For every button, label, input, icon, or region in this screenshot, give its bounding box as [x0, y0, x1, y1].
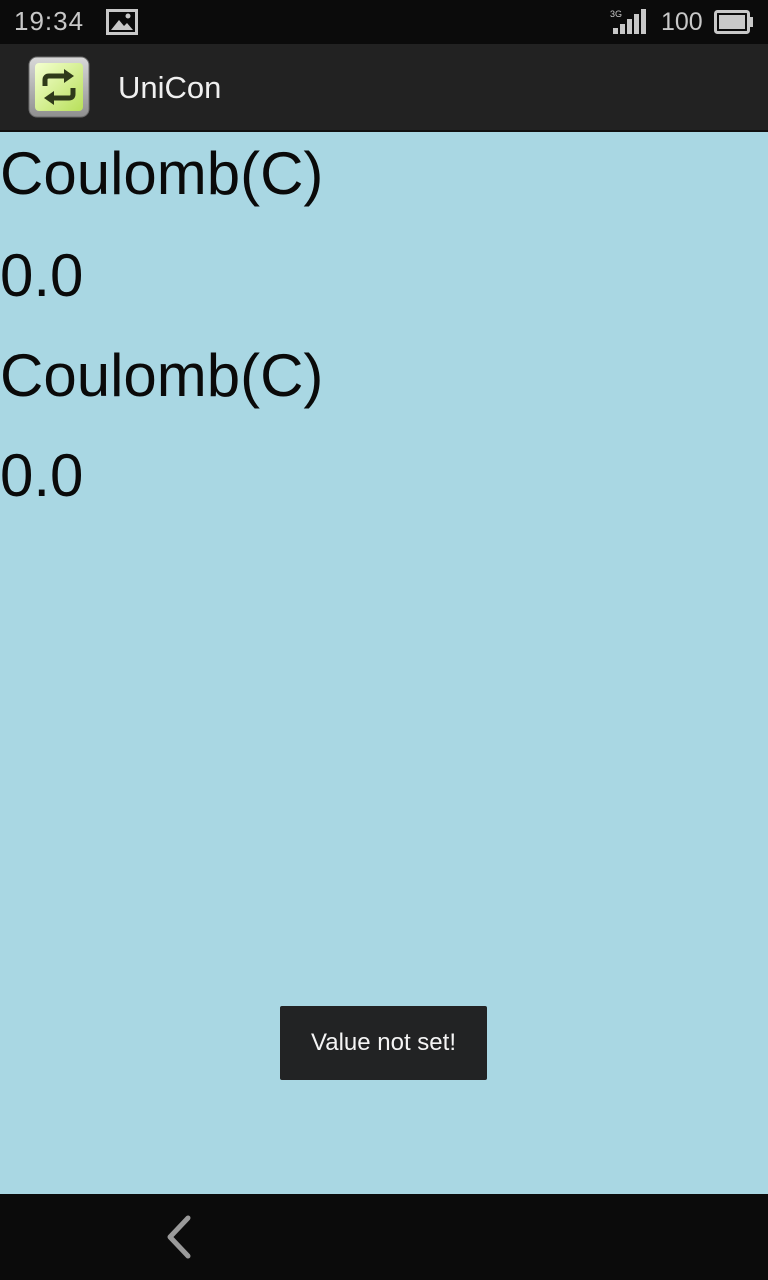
battery-level: 100 — [661, 8, 703, 36]
app-title: UniCon — [118, 70, 222, 105]
toast-text: Value not set! — [311, 1029, 456, 1056]
from-value-field[interactable]: 0.0 — [0, 246, 83, 306]
to-unit-label[interactable]: Coulomb(C) — [0, 346, 323, 406]
gallery-icon — [106, 9, 138, 35]
back-icon[interactable] — [150, 1212, 210, 1262]
navigation-bar — [0, 1194, 768, 1280]
converter-content: Coulomb(C) 0.0 Coulomb(C) 0.0 Value not … — [0, 132, 768, 1194]
action-bar: UniCon — [0, 44, 768, 132]
signal-icon: 3G — [610, 9, 646, 34]
network-type-label: 3G — [610, 9, 622, 19]
from-unit-label[interactable]: Coulomb(C) — [0, 144, 323, 204]
to-value-field[interactable]: 0.0 — [0, 446, 83, 506]
battery-icon — [714, 10, 753, 34]
status-time: 19:34 — [14, 6, 85, 36]
toast-message: Value not set! — [280, 1006, 487, 1080]
refresh-icon[interactable] — [28, 56, 90, 118]
status-bar: 19:34 3G 100 — [0, 0, 768, 44]
